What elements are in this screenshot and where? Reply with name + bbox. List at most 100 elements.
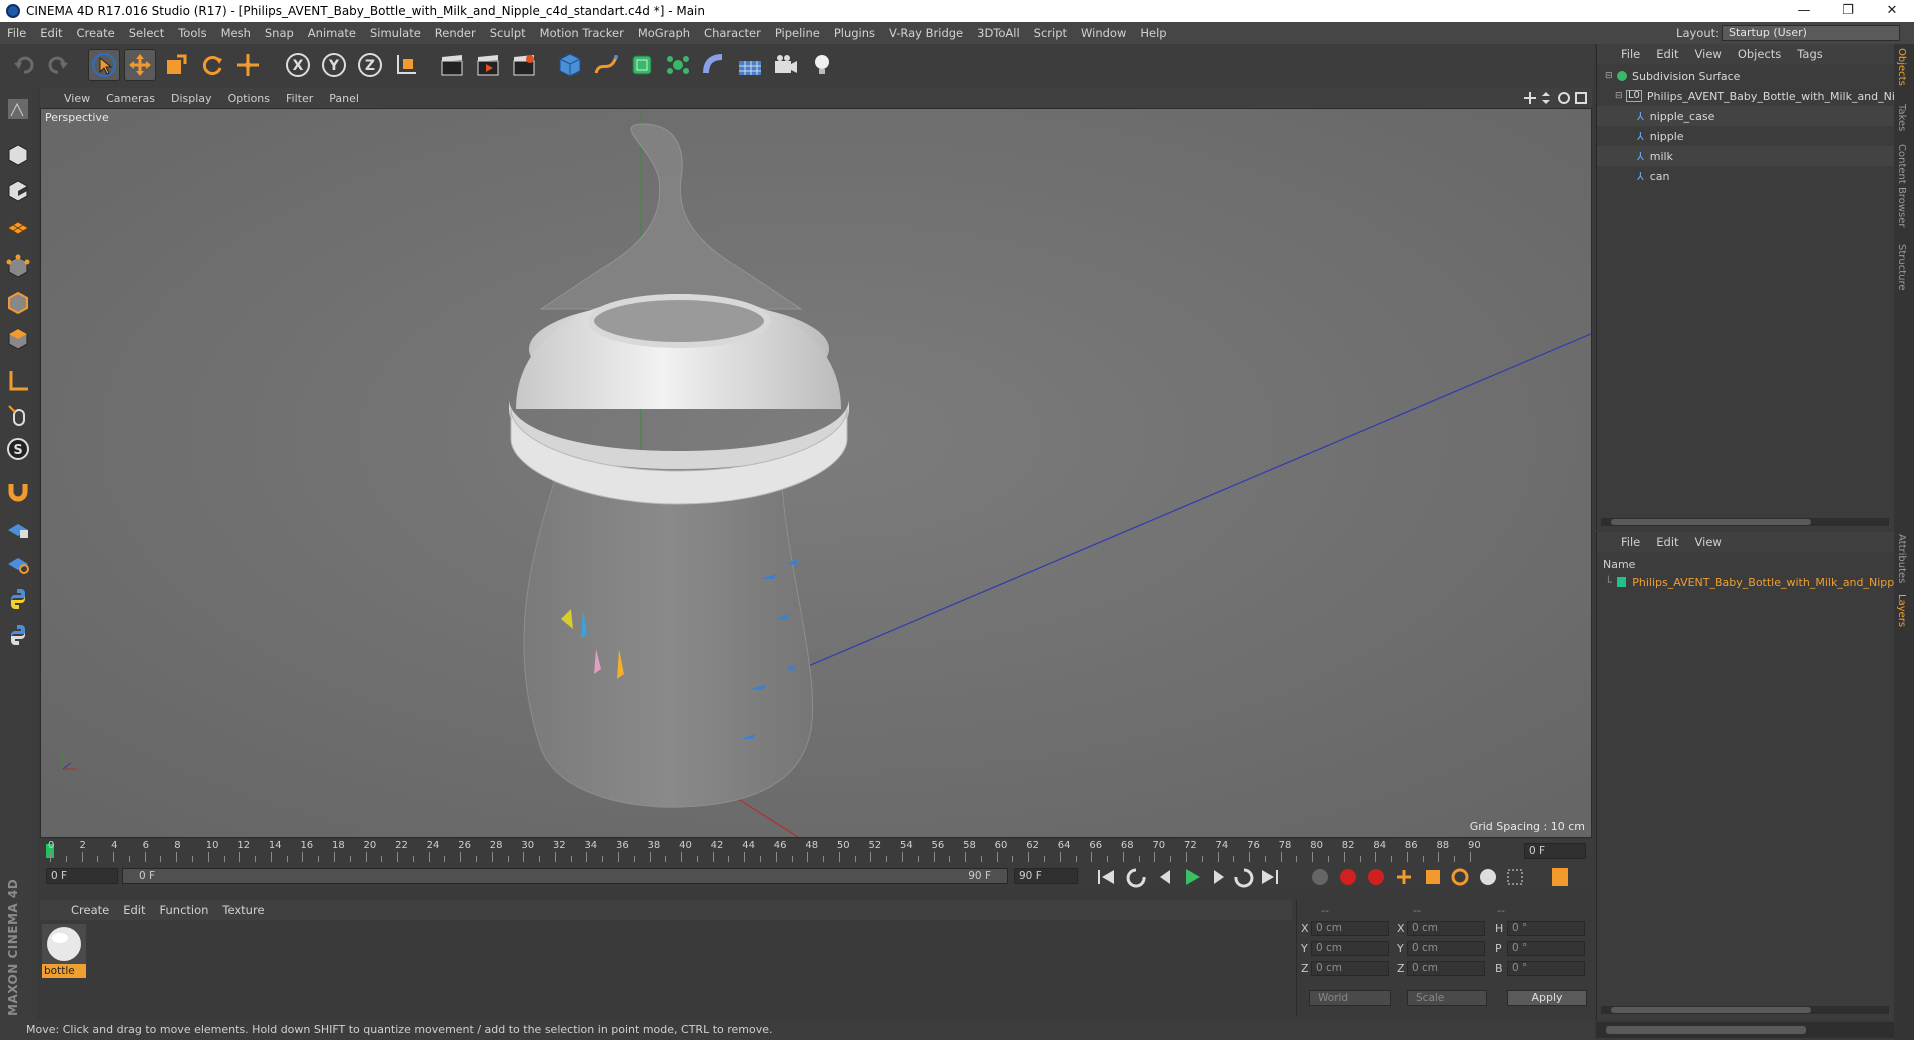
viewport-menu-cameras[interactable]: Cameras bbox=[98, 92, 163, 105]
lock-workplane-button[interactable] bbox=[3, 514, 33, 544]
magnet-tool-button[interactable] bbox=[3, 476, 33, 506]
material-menu-create[interactable]: Create bbox=[64, 903, 116, 917]
menu-edit[interactable]: Edit bbox=[33, 26, 69, 40]
menu-script[interactable]: Script bbox=[1027, 26, 1074, 40]
render-settings-button[interactable] bbox=[508, 49, 540, 81]
add-deformer-button[interactable] bbox=[698, 49, 730, 81]
add-light-button[interactable] bbox=[806, 49, 838, 81]
close-button[interactable]: ✕ bbox=[1870, 0, 1914, 22]
add-generator-button[interactable] bbox=[626, 49, 658, 81]
python-script-button[interactable] bbox=[3, 584, 33, 614]
menu-vray-bridge[interactable]: V-Ray Bridge bbox=[882, 26, 970, 40]
layers-menu-file[interactable]: File bbox=[1613, 535, 1648, 549]
menu-file[interactable]: File bbox=[0, 26, 33, 40]
menu-snap[interactable]: Snap bbox=[258, 26, 301, 40]
status-scrollbar[interactable] bbox=[1596, 1022, 1894, 1038]
viewport-menu-view[interactable]: View bbox=[56, 92, 98, 105]
objects-menu-view[interactable]: View bbox=[1687, 47, 1730, 61]
move-tool[interactable] bbox=[124, 49, 156, 81]
viewport-menu-display[interactable]: Display bbox=[163, 92, 220, 105]
frame-range-slider[interactable]: 0 F 90 F bbox=[122, 868, 1008, 884]
undo-button[interactable] bbox=[8, 49, 40, 81]
y-axis-lock[interactable]: Y bbox=[318, 49, 350, 81]
menu-motion-tracker[interactable]: Motion Tracker bbox=[533, 26, 631, 40]
scrollbar-thumb[interactable] bbox=[1606, 1026, 1806, 1034]
make-editable-button[interactable] bbox=[3, 94, 33, 124]
menu-sculpt[interactable]: Sculpt bbox=[483, 26, 533, 40]
menu-tools[interactable]: Tools bbox=[171, 26, 213, 40]
tab-structure[interactable]: Structure bbox=[1896, 244, 1907, 291]
playback-controls[interactable] bbox=[1094, 866, 1578, 888]
menu-select[interactable]: Select bbox=[122, 26, 171, 40]
menu-mesh[interactable]: Mesh bbox=[214, 26, 258, 40]
menu-window[interactable]: Window bbox=[1074, 26, 1133, 40]
tab-content-browser[interactable]: Content Browser bbox=[1896, 144, 1907, 227]
layer-manager-scrollbar[interactable] bbox=[1601, 1006, 1889, 1014]
menu-3dtoall[interactable]: 3DToAll bbox=[970, 26, 1027, 40]
tab-objects[interactable]: Objects bbox=[1896, 48, 1907, 86]
objects-menu-objects[interactable]: Objects bbox=[1730, 47, 1789, 61]
menu-render[interactable]: Render bbox=[428, 26, 483, 40]
tab-attributes[interactable]: Attributes bbox=[1896, 534, 1907, 583]
menu-animate[interactable]: Animate bbox=[301, 26, 363, 40]
polygons-mode-button[interactable] bbox=[3, 324, 33, 354]
rot-b-field[interactable]: 0 ° bbox=[1507, 961, 1585, 976]
scrollbar-thumb[interactable] bbox=[1611, 1007, 1811, 1013]
minimize-button[interactable]: — bbox=[1782, 0, 1826, 22]
size-z-field[interactable]: 0 cm bbox=[1407, 961, 1485, 976]
tree-row-milk[interactable]: ⅄ milk bbox=[1597, 146, 1895, 166]
start-frame-field[interactable]: 0 F bbox=[46, 868, 118, 884]
rotate-tool[interactable] bbox=[196, 49, 228, 81]
x-axis-lock[interactable]: X bbox=[282, 49, 314, 81]
workplane-mode-button[interactable] bbox=[3, 212, 33, 242]
tree-row-nipple-case[interactable]: ⅄ nipple_case bbox=[1597, 106, 1895, 126]
layout-dropdown[interactable]: Startup (User) bbox=[1722, 25, 1900, 41]
scrollbar-thumb[interactable] bbox=[1611, 519, 1811, 525]
rot-p-field[interactable]: 0 ° bbox=[1507, 941, 1585, 956]
tweak-mode-button[interactable] bbox=[3, 400, 33, 430]
menu-pipeline[interactable]: Pipeline bbox=[768, 26, 827, 40]
texture-mode-button[interactable] bbox=[3, 176, 33, 206]
transform-mode-dropdown[interactable]: Scale bbox=[1407, 990, 1487, 1006]
tree-row-can[interactable]: ⅄ can bbox=[1597, 166, 1895, 186]
collapse-toggle-icon[interactable]: ⊟ bbox=[1615, 91, 1626, 101]
layers-menu-view[interactable]: View bbox=[1687, 535, 1730, 549]
size-y-field[interactable]: 0 cm bbox=[1407, 941, 1485, 956]
edges-mode-button[interactable] bbox=[3, 288, 33, 318]
layer-color-swatch[interactable] bbox=[1616, 577, 1627, 587]
menu-plugins[interactable]: Plugins bbox=[827, 26, 882, 40]
axis-mode-button[interactable] bbox=[3, 366, 33, 396]
snapping-button[interactable]: S bbox=[3, 434, 33, 464]
size-x-field[interactable]: 0 cm bbox=[1407, 921, 1485, 936]
collapse-toggle-icon[interactable]: ⊟ bbox=[1605, 71, 1617, 81]
objects-menu-file[interactable]: File bbox=[1613, 47, 1648, 61]
menu-help[interactable]: Help bbox=[1133, 26, 1173, 40]
add-environment-button[interactable] bbox=[734, 49, 766, 81]
material-menu-edit[interactable]: Edit bbox=[116, 903, 152, 917]
material-swatch-bottle[interactable]: bottle bbox=[42, 924, 86, 980]
tree-row-subdivision-surface[interactable]: ⊟ Subdivision Surface bbox=[1597, 66, 1895, 86]
pos-y-field[interactable]: 0 cm bbox=[1311, 941, 1389, 956]
add-cube-button[interactable] bbox=[554, 49, 586, 81]
redo-button[interactable] bbox=[42, 49, 74, 81]
pos-z-field[interactable]: 0 cm bbox=[1311, 961, 1389, 976]
objects-menu-tags[interactable]: Tags bbox=[1789, 47, 1830, 61]
perspective-viewport[interactable]: Perspective Grid Spacing : 10 cm bbox=[40, 108, 1592, 838]
menu-character[interactable]: Character bbox=[697, 26, 768, 40]
add-camera-button[interactable] bbox=[770, 49, 802, 81]
transform-tool[interactable] bbox=[232, 49, 264, 81]
rot-h-field[interactable]: 0 ° bbox=[1507, 921, 1585, 936]
material-menu-function[interactable]: Function bbox=[153, 903, 216, 917]
layers-menu-edit[interactable]: Edit bbox=[1648, 535, 1686, 549]
timeline-ruler[interactable]: 0 2 4 6 8 10 12 14 16 18 20 22 24 26 28 30 32 34 36 38 40 42 4… bbox=[40, 840, 1592, 862]
tree-row-nipple[interactable]: ⅄ nipple bbox=[1597, 126, 1895, 146]
coordinate-system-button[interactable] bbox=[390, 49, 422, 81]
model-mode-button[interactable] bbox=[3, 140, 33, 170]
viewport-nav-icons[interactable] bbox=[1524, 91, 1588, 105]
pos-x-field[interactable]: 0 cm bbox=[1311, 921, 1389, 936]
layer-row[interactable]: └ Philips_AVENT_Baby_Bottle_with_Milk_an… bbox=[1597, 572, 1895, 592]
python-script-2-button[interactable] bbox=[3, 620, 33, 650]
menu-simulate[interactable]: Simulate bbox=[363, 26, 428, 40]
restore-button[interactable]: ❐ bbox=[1826, 0, 1870, 22]
object-manager-scrollbar[interactable] bbox=[1601, 518, 1889, 526]
